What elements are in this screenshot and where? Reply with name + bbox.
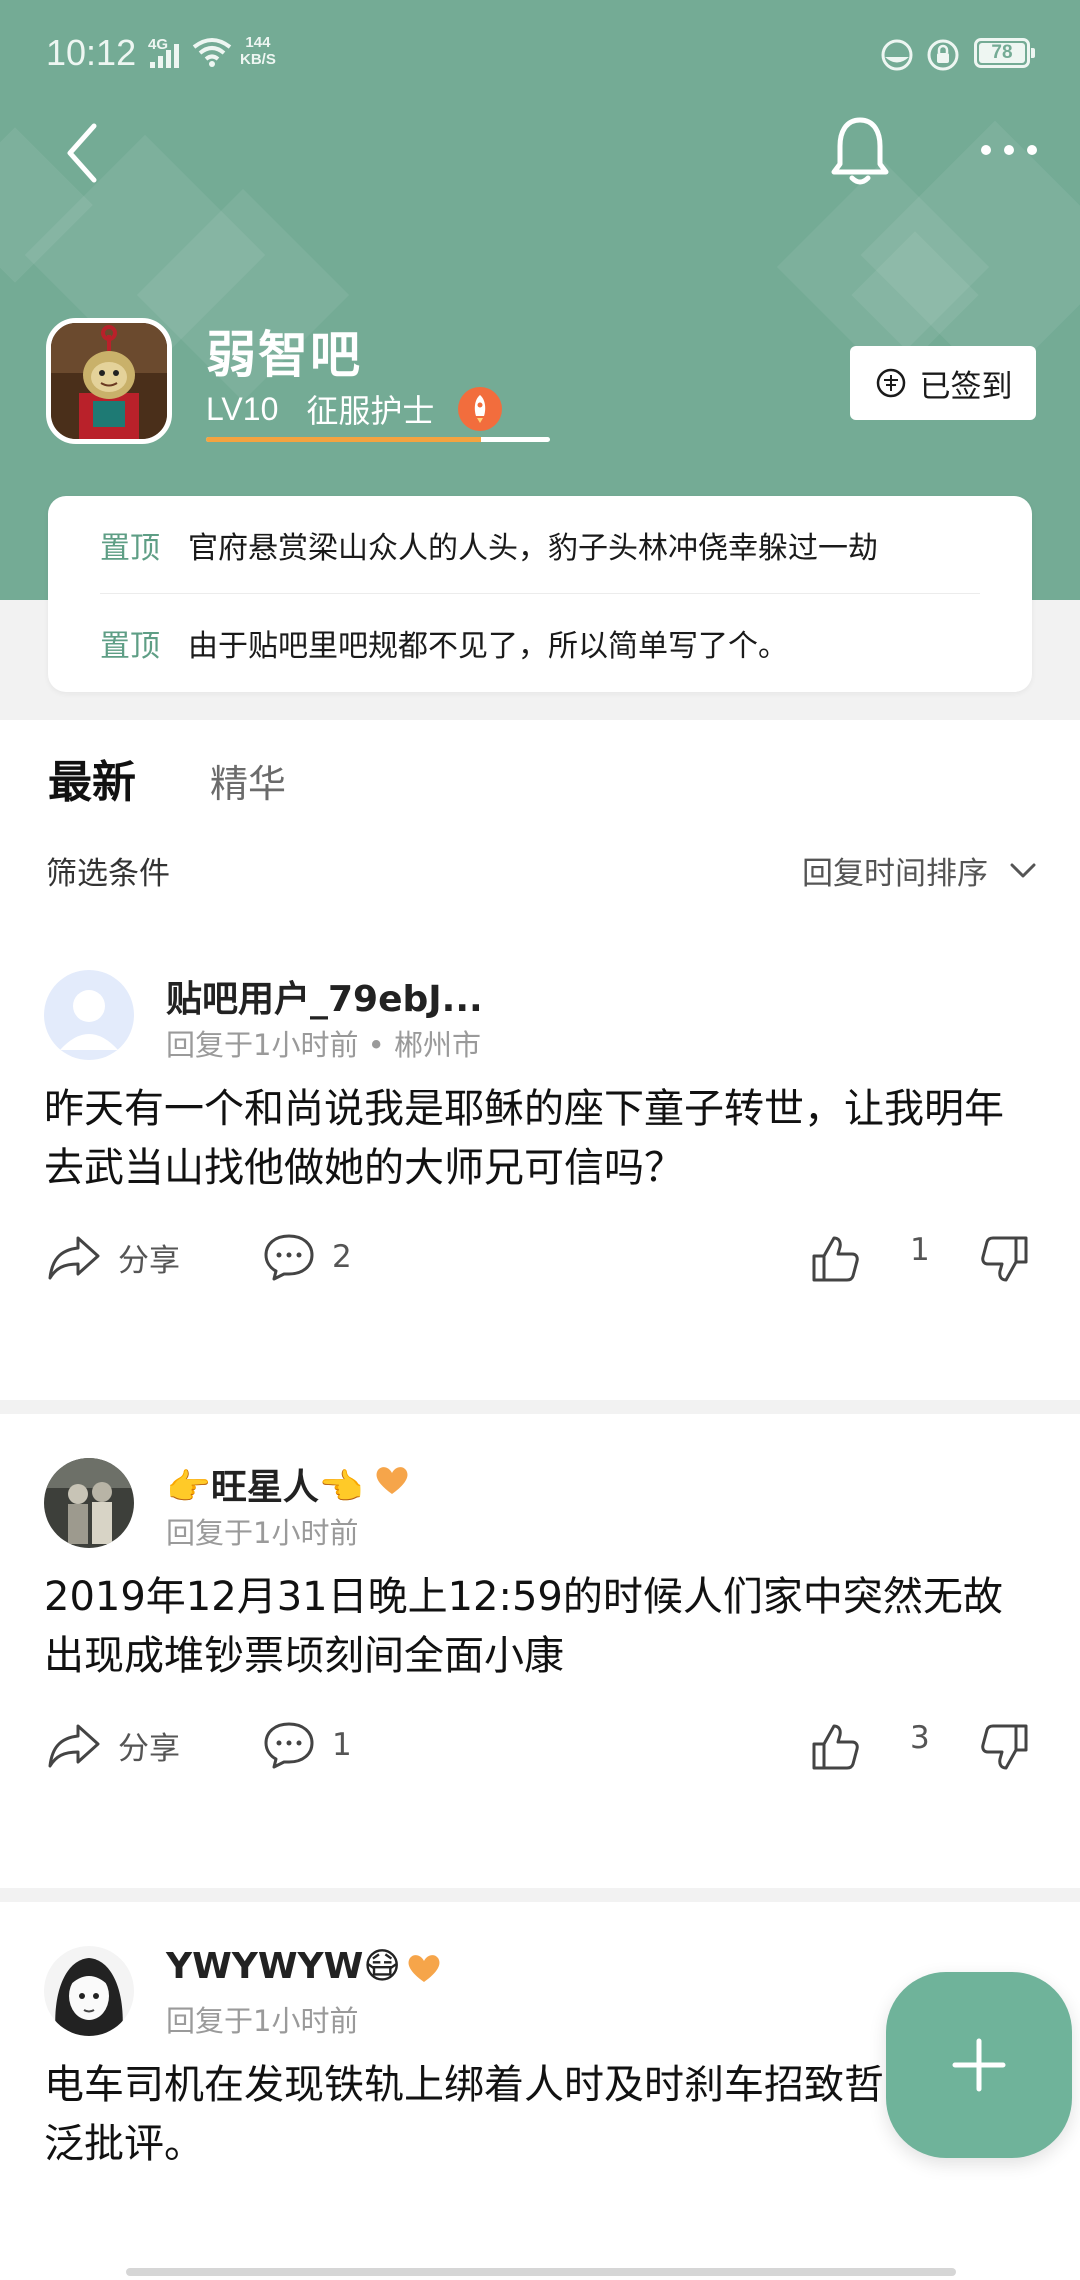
pinned-post[interactable]: 置顶 由于贴吧里吧规都不见了，所以简单写了个。 [100, 594, 980, 692]
signed-in-button[interactable]: 已签到 [850, 346, 1036, 420]
battery-level: 78 [979, 43, 1025, 63]
filter-row: 筛选条件 回复时间排序 [46, 848, 1036, 893]
sort-label: 回复时间排序 [802, 856, 988, 892]
comment-icon [264, 1234, 314, 1281]
comment-count: 2 [332, 1239, 352, 1275]
fan-badge-icon [372, 1464, 412, 1502]
top-nav [0, 110, 1080, 220]
comment-count: 1 [332, 1727, 352, 1763]
tab-featured[interactable]: 精华 [210, 753, 286, 808]
share-label: 分享 [118, 1730, 180, 1767]
dislike-button[interactable] [978, 1232, 1048, 1286]
post-username[interactable]: 贴吧用户_79ebJ... [166, 970, 483, 1022]
user-avatar-image [44, 1458, 134, 1548]
signed-in-label: 已签到 [919, 368, 1013, 405]
avatar[interactable] [44, 1946, 134, 2036]
pinned-title: 官府悬赏梁山众人的人头，豹子头林冲侥幸躲过一劫 [188, 530, 878, 566]
battery-icon: 78 [974, 38, 1035, 68]
filter-conditions-button[interactable]: 筛选条件 [46, 848, 170, 893]
tab-latest[interactable]: 最新 [48, 746, 136, 810]
post-actions: 分享 1 3 [0, 1720, 1080, 1790]
share-icon [48, 1236, 100, 1280]
cellular-signal-icon [150, 44, 179, 68]
forum-avatar-image [51, 323, 167, 439]
comment-button[interactable]: 2 [262, 1232, 352, 1282]
rocket-icon [458, 387, 503, 431]
forum-avatar[interactable] [46, 318, 172, 444]
status-time: 10:12 [46, 32, 137, 73]
like-button[interactable] [808, 1720, 878, 1774]
eye-comfort-icon [881, 39, 913, 71]
dislike-button[interactable] [978, 1720, 1048, 1774]
thumbs-up-icon [812, 1236, 859, 1282]
like-count: 1 [910, 1232, 930, 1268]
speed-value: 144 [245, 34, 271, 51]
share-button[interactable]: 分享 [46, 1232, 180, 1282]
post-meta: 回复于1小时前 • 郴州市 [166, 1028, 481, 1062]
sign-stamp-icon [876, 368, 905, 398]
post-meta: 回复于1小时前 [166, 1516, 359, 1550]
user-avatar-image [44, 1946, 134, 2036]
post-divider [0, 1400, 1080, 1414]
chevron-down-icon [1010, 863, 1036, 877]
comment-button[interactable]: 1 [262, 1720, 352, 1770]
bottom-bar-hint [126, 2268, 956, 2276]
status-bar: 10:12 4G 144 KB/S 78 [0, 0, 1080, 110]
wifi-icon [192, 38, 232, 67]
pinned-title: 由于贴吧里吧规都不见了，所以简单写了个。 [188, 629, 788, 664]
like-count: 3 [910, 1720, 930, 1756]
avatar[interactable] [44, 970, 134, 1060]
post-content[interactable]: 2019年12月31日晚上12:59的时候人们家中突然无故出现成堆钞票顷刻间全面… [44, 1568, 1039, 1686]
forum-level-row: LV10 征服护士 [206, 386, 503, 432]
post-username[interactable]: 👉旺星人👈 [166, 1458, 364, 1510]
plus-icon [952, 2038, 1006, 2092]
pinned-tag: 置顶 [100, 530, 160, 566]
post-content[interactable]: 昨天有一个和尚说我是耶稣的座下童子转世，让我明年去武当山找他做她的大师兄可信吗？ [44, 1080, 1039, 1198]
level-label: LV10 [206, 390, 279, 427]
thumbs-up-icon [812, 1724, 859, 1770]
sort-dropdown[interactable]: 回复时间排序 [802, 848, 1036, 893]
post-username[interactable]: YWYWYW😷 [166, 1946, 401, 1987]
post-meta: 回复于1小时前 [166, 2004, 359, 2038]
like-button[interactable] [808, 1232, 878, 1286]
post-actions: 分享 2 1 [0, 1232, 1080, 1302]
thumbs-down-icon [981, 1724, 1028, 1770]
share-icon [48, 1724, 100, 1768]
comment-icon [264, 1722, 314, 1769]
level-progress-fill [206, 437, 482, 442]
pinned-post[interactable]: 置顶 官府悬赏梁山众人的人头，豹子头林冲侥幸躲过一劫 [100, 496, 980, 594]
post-divider [0, 1888, 1080, 1902]
share-button[interactable]: 分享 [46, 1720, 180, 1770]
back-arrow-icon[interactable] [58, 118, 108, 188]
speed-unit: KB/S [240, 51, 276, 68]
level-title: 征服护士 [306, 392, 435, 430]
level-progress-bar [206, 437, 550, 442]
pinned-posts-card: 置顶 官府悬赏梁山众人的人头，豹子头林冲侥幸躲过一劫 置顶 由于贴吧里吧规都不见… [48, 496, 1032, 692]
network-speed: 144 KB/S [240, 34, 276, 68]
rotation-lock-icon [927, 39, 959, 71]
bell-icon[interactable] [828, 114, 892, 190]
more-options-icon[interactable] [978, 140, 1040, 160]
share-label: 分享 [118, 1242, 180, 1279]
new-post-button[interactable] [886, 1972, 1072, 2158]
default-avatar-icon [44, 970, 134, 1060]
pinned-tag: 置顶 [100, 629, 160, 664]
thumbs-down-icon [981, 1236, 1028, 1282]
avatar[interactable] [44, 1458, 134, 1548]
feed-tabs: 最新 精华 [48, 746, 286, 810]
fan-badge-icon [404, 1952, 444, 1990]
forum-name: 弱智吧 [206, 326, 362, 384]
